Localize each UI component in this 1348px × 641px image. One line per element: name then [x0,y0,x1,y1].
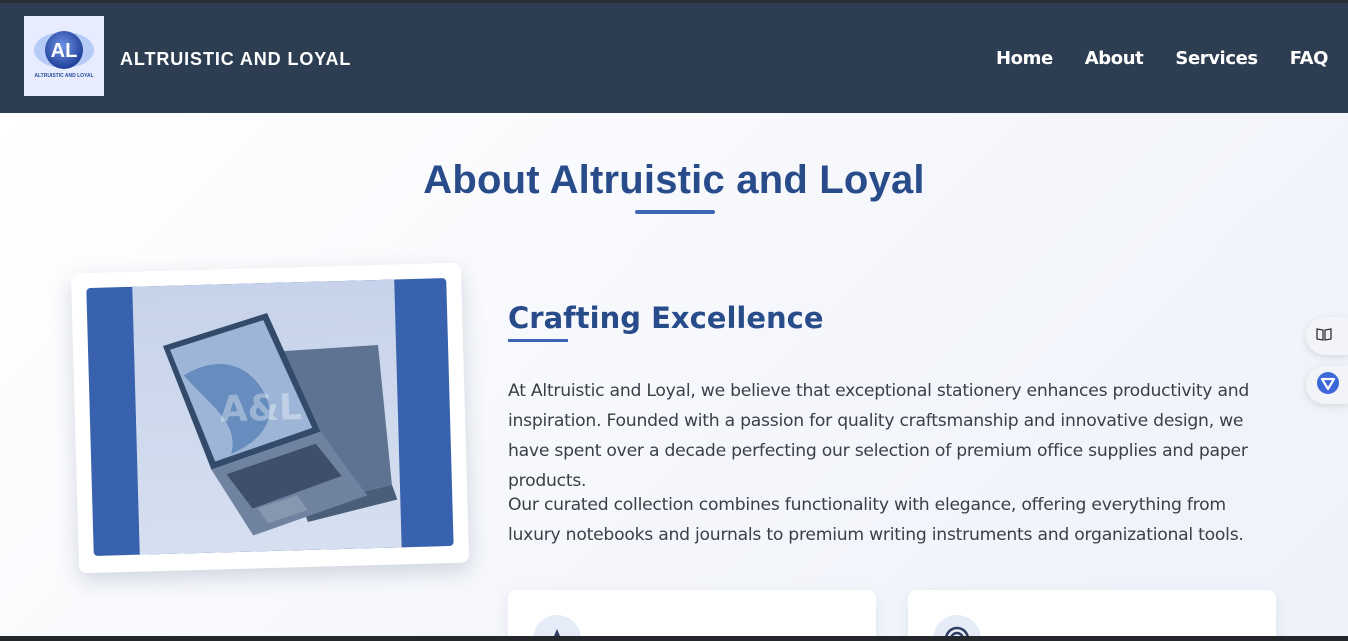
navbar: AL ALTRUISTIC AND LOYAL ALTRUISTIC AND L… [0,3,1348,113]
subheading: Crafting Excellence [508,301,824,335]
extension-v-icon [1316,371,1340,400]
about-paragraph-2: Our curated collection combines function… [508,495,1244,545]
nav-about[interactable]: About [1085,48,1144,69]
brand-name[interactable]: ALTRUISTIC AND LOYAL [120,49,351,70]
logo-emblem: AL ALTRUISTIC AND LOYAL [34,31,94,79]
image-watermark: A&L [219,387,303,431]
reader-mode-button[interactable] [1306,317,1348,355]
book-icon [1316,327,1332,346]
logo-monogram: AL [51,40,78,62]
logo-tagline: ALTRUISTIC AND LOYAL [34,73,93,79]
feature-card [908,590,1276,641]
main-nav: Home About Services FAQ [996,48,1328,69]
laptop-photo: A&L [86,278,454,556]
extension-button[interactable] [1306,366,1348,404]
logo[interactable]: AL ALTRUISTIC AND LOYAL [24,16,104,96]
feature-card [508,590,876,641]
page-title: About Altruistic and Loyal [423,158,925,202]
nav-faq[interactable]: FAQ [1290,48,1329,69]
nav-services[interactable]: Services [1175,48,1258,69]
about-section: About Altruistic and Loyal A&L Crafting … [0,113,1348,641]
about-paragraph-1: At Altruistic and Loyal, we believe that… [508,381,1250,491]
title-underline [635,210,715,214]
subheading-underline [508,339,568,342]
about-image-card: A&L [70,262,470,574]
window-bottom-edge [0,636,1348,641]
nav-home[interactable]: Home [996,48,1053,69]
